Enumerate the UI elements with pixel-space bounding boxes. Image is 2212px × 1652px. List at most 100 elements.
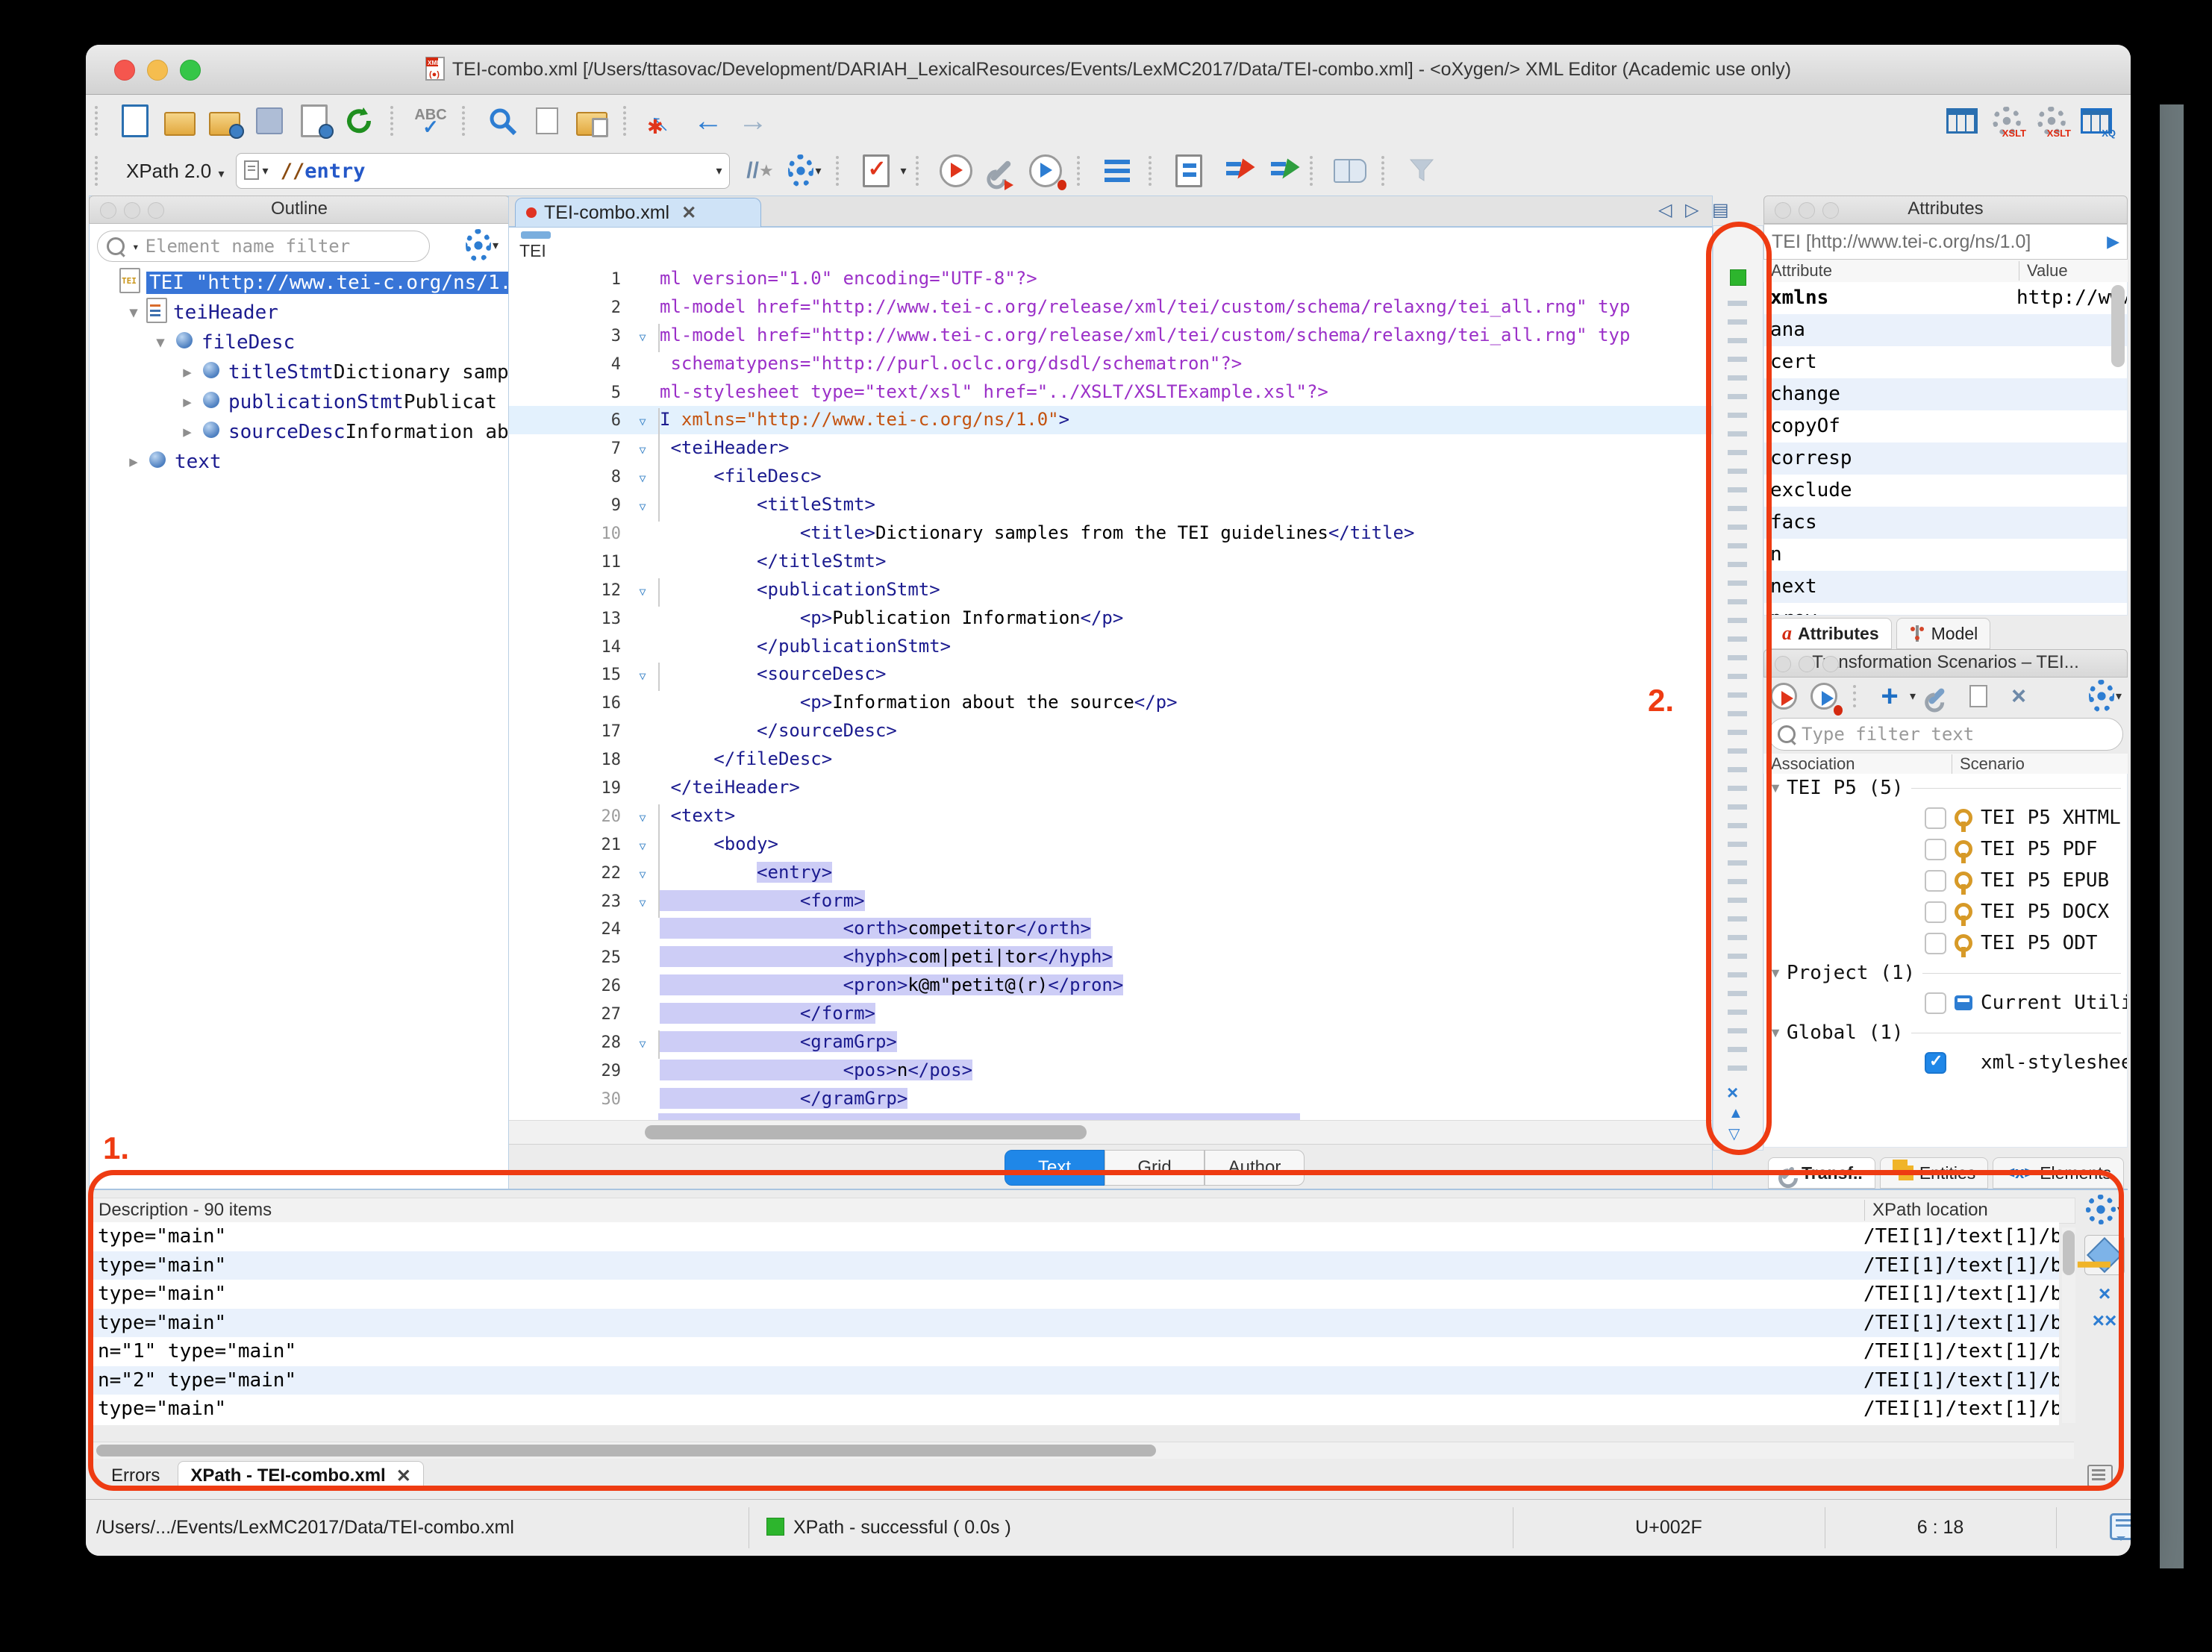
debug-scenario-icon[interactable] [1029,154,1062,187]
result-row[interactable]: n="1" type="main"/TEI[1]/text[1]/bo [89,1337,2059,1366]
scenario-item[interactable]: TEI P5 XHTML [1764,802,2127,833]
code-line[interactable]: 3▽ml-model href="http://www.tei-c.org/re… [509,322,1712,350]
results-description-header[interactable]: Description - 90 items [99,1200,272,1221]
apply-transformation-icon[interactable] [940,154,972,187]
scenario-group[interactable]: ▼Project (1) [1764,959,2127,987]
scenarios-table-header[interactable]: Association Scenario [1763,754,2128,775]
validate-document-icon[interactable]: ✓ [860,154,893,187]
pin-green-icon[interactable] [1262,154,1295,187]
pin-red-icon[interactable] [1217,154,1250,187]
scenario-checkbox[interactable] [1925,1052,1946,1074]
scenario-checkbox[interactable] [1925,933,1946,954]
code-line[interactable]: 28▽ <gramGrp> [509,1028,1712,1057]
attribute-row[interactable]: n [1764,539,2127,571]
outline-item[interactable]: ▶titleStmt Dictionary samp [90,357,509,387]
code-line[interactable]: 16 <p>Information about the source</p> [509,689,1712,717]
expand-icon[interactable]: ▶ [121,454,146,470]
code-line[interactable]: 2ml-model href="http://www.tei-c.org/rel… [509,293,1712,322]
code-line[interactable]: 22▽ <entry> [509,859,1712,887]
find-replace-icon[interactable] [486,104,519,137]
error-stripe[interactable]: × ▲ ▽ [1713,225,1763,1151]
outline-item[interactable]: ▼fileDesc [90,328,509,357]
results-header[interactable]: Description - 90 items XPath location [89,1198,2075,1224]
prev-editor-icon[interactable]: ◁ [1658,199,1672,221]
code-area[interactable]: 1ml version="1.0" encoding="UTF-8"?>2ml-… [509,265,1712,1120]
reload-icon[interactable] [343,104,375,137]
outline-item[interactable]: ▼teiHeader [90,298,509,328]
fold-icon[interactable]: ▽ [627,493,660,522]
save-icon[interactable] [253,104,286,137]
scenario-item[interactable]: TEI P5 PDF [1764,833,2127,865]
outline-panel-header[interactable]: Outline [89,195,510,224]
stripe-up-icon[interactable]: ▲ [1728,1105,1743,1122]
next-editor-icon[interactable]: ▷ [1685,199,1699,221]
expand-icon[interactable]: ▶ [175,364,200,381]
code-line[interactable]: 27 </form> [509,1000,1712,1028]
attribute-row[interactable]: cert [1764,346,2127,378]
code-line[interactable]: 30 </gramGrp> [509,1085,1712,1113]
hscroll-thumb[interactable] [645,1125,1087,1139]
editor-hscrollbar[interactable] [509,1120,1712,1145]
collapse-icon[interactable]: ▼ [121,304,146,321]
code-line[interactable]: 15▽ <sourceDesc> [509,660,1712,689]
scenarios-panel-header[interactable]: Transformation Scenarios – TEI... [1763,649,2128,678]
collapse-icon[interactable]: ▼ [1764,780,1787,796]
scenario-checkbox[interactable] [1925,901,1946,923]
xslt-profiler-icon[interactable]: XSLT [2035,104,2068,137]
code-line[interactable]: 14 </publicationStmt> [509,633,1712,661]
tab-errors[interactable]: Errors [111,1465,160,1486]
open-url-icon[interactable] [208,104,241,137]
fold-icon[interactable]: ▽ [627,1030,660,1059]
fold-icon[interactable]: ▽ [627,804,660,833]
result-row[interactable]: type="main"/TEI[1]/text[1]/bo [89,1280,2059,1309]
tab-attributes[interactable]: aAttributes [1769,618,1892,649]
code-line[interactable]: 29 <pos>n</pos> [509,1057,1712,1085]
xpath-favorites-icon[interactable]: //★ [743,154,776,187]
new-scenario-icon[interactable]: + [1877,680,1902,713]
collapse-icon[interactable]: ▼ [148,334,173,351]
element-filter-input[interactable]: ▾ Element name filter [97,231,430,262]
fold-icon[interactable]: ▽ [627,465,660,493]
attributes-panel-header[interactable]: Attributes [1763,195,2128,224]
results-hscrollbar[interactable] [89,1442,2074,1459]
fold-icon[interactable]: ▽ [627,437,660,465]
code-line[interactable]: 18 </fileDesc> [509,745,1712,774]
tab-xpath-results[interactable]: XPath - TEI-combo.xml ✕ [178,1461,423,1491]
back-icon[interactable]: ← [692,104,725,137]
attribute-row[interactable]: prev [1764,603,2127,616]
expand-icon[interactable]: ▶ [175,424,200,440]
tab-elements[interactable]: <x> Elements [1993,1157,2124,1189]
element-selector[interactable]: TEI [http://www.tei-c.org/ns/1.0] ▶ [1763,224,2128,260]
code-line[interactable]: 24 <orth>competitor</orth> [509,915,1712,943]
scenario-item[interactable]: TEI P5 ODT [1764,927,2127,959]
scenario-item[interactable]: xml-stylesheet proc.. [1764,1047,2127,1078]
collapse-icon[interactable]: ▼ [1764,1025,1787,1041]
breadcrumb-element-name[interactable]: TEI [519,241,546,261]
editor-list-icon[interactable]: ▤ [1712,199,1729,221]
code-line[interactable]: 1ml version="1.0" encoding="UTF-8"?> [509,265,1712,293]
scenario-checkbox[interactable] [1925,807,1946,829]
scenario-item[interactable]: TEI P5 EPUB [1764,865,2127,896]
fold-icon[interactable]: ▽ [627,578,660,607]
outline-item[interactable]: TEI "http://www.tei-c.org/ns/1.0" [90,268,509,298]
layout-grid-icon[interactable] [1946,104,1978,137]
attribute-row[interactable]: change [1764,378,2127,410]
scenarios-settings-gear-icon[interactable]: ▾ [2089,680,2122,713]
format-indent-icon[interactable] [1101,154,1134,187]
code-line[interactable]: 7▽ <teiHeader> [509,434,1712,463]
open-folder-icon[interactable] [163,104,196,137]
collapse-icon[interactable]: ▼ [1764,966,1787,981]
outline-item[interactable]: ▶text [90,447,509,477]
forward-icon[interactable]: → [737,104,769,137]
close-tab-icon[interactable]: ✕ [681,202,696,224]
tab-transformation[interactable]: Transf.. [1768,1157,1875,1189]
attribute-row[interactable]: copyOf [1764,410,2127,442]
scenario-filter-input[interactable]: Type filter text [1768,718,2123,751]
stripe-ticks[interactable] [1728,301,1747,1081]
fold-icon[interactable]: ▽ [627,408,660,437]
code-line[interactable]: 25 <hyph>com|peti|tor</hyph> [509,943,1712,972]
new-document-icon[interactable] [119,104,151,137]
view-tab-text[interactable]: Text [1005,1150,1105,1186]
panel-list-icon[interactable] [2087,1465,2113,1487]
code-line[interactable]: 17 </sourceDesc> [509,717,1712,745]
